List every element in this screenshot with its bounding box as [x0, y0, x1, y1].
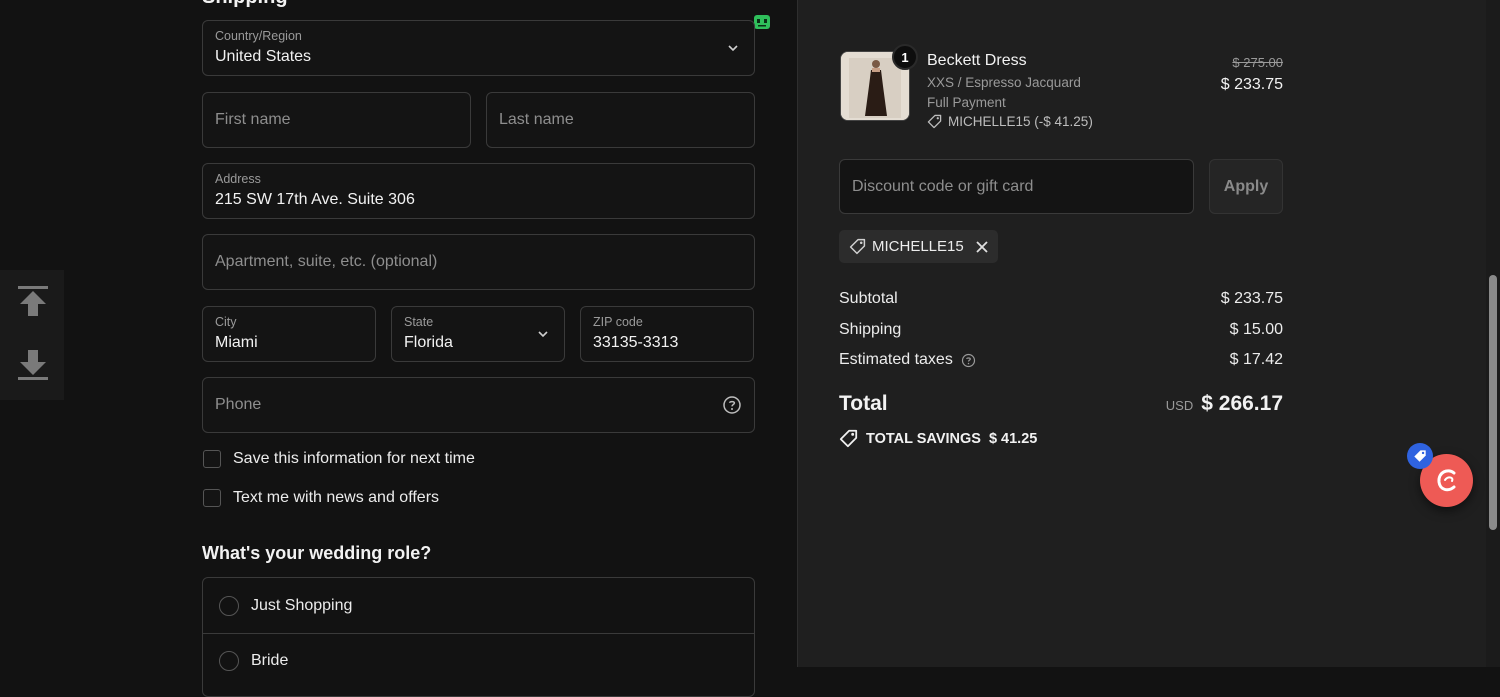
- tag-icon: [839, 429, 858, 448]
- scroll-top-icon[interactable]: [16, 284, 50, 318]
- shipping-label: Shipping: [839, 321, 902, 338]
- applied-code-chip: MICHELLE15: [839, 230, 998, 263]
- page-scrollbar[interactable]: [1486, 0, 1500, 667]
- total-value: $ 266.17: [1201, 392, 1283, 415]
- text-me-checkbox[interactable]: [203, 489, 221, 507]
- chat-logo-icon: [1436, 468, 1455, 491]
- last-name-input[interactable]: Last name: [486, 92, 755, 148]
- shipping-row: Shipping $ 15.00: [839, 321, 1283, 339]
- save-info-option[interactable]: Save this information for next time: [203, 450, 475, 468]
- total-label: Total: [839, 392, 888, 415]
- state-value: Florida: [404, 334, 453, 351]
- product-discount: MICHELLE15 (-$ 41.25): [927, 114, 1093, 129]
- country-value: United States: [215, 48, 312, 65]
- radio-option-bride[interactable]: Bride: [203, 633, 754, 688]
- discount-code-input[interactable]: Discount code or gift card: [839, 159, 1194, 214]
- last-name-placeholder: Last name: [499, 111, 574, 128]
- chevron-down-icon: [728, 45, 738, 52]
- remove-code-icon[interactable]: [976, 240, 988, 253]
- total-row: Total USD $ 266.17: [839, 392, 1283, 416]
- extension-robot-icon[interactable]: [752, 12, 772, 32]
- radio-button[interactable]: [219, 595, 239, 616]
- apartment-placeholder: Apartment, suite, etc. (optional): [215, 253, 438, 270]
- original-price: $ 275.00: [1232, 55, 1283, 70]
- address-input[interactable]: Address 215 SW 17th Ave. Suite 306: [202, 163, 755, 219]
- text-me-option[interactable]: Text me with news and offers: [203, 489, 439, 507]
- city-label: City: [215, 315, 237, 329]
- scroll-widget: [0, 270, 64, 400]
- first-name-input[interactable]: First name: [202, 92, 471, 148]
- product-variant: XXS / Espresso Jacquard: [927, 75, 1081, 90]
- help-circle-icon[interactable]: [961, 353, 976, 368]
- state-select[interactable]: State Florida: [391, 306, 565, 362]
- save-info-checkbox[interactable]: [203, 450, 221, 468]
- savings-value: $ 41.25: [988, 430, 1038, 447]
- savings-label: TOTAL SAVINGS: [866, 430, 981, 447]
- shipping-value: $ 15.00: [1229, 321, 1283, 338]
- subtotal-label: Subtotal: [839, 290, 898, 307]
- tag-icon: [927, 114, 942, 129]
- state-label: State: [404, 315, 434, 329]
- chat-notification-icon[interactable]: [1407, 443, 1433, 469]
- radio-button[interactable]: [219, 651, 239, 671]
- zip-value: 33135-3313: [593, 334, 679, 351]
- subtotal-row: Subtotal $ 233.75: [839, 290, 1283, 308]
- tag-icon: [849, 238, 866, 255]
- first-name-placeholder: First name: [215, 111, 291, 128]
- applied-code-text: MICHELLE15: [872, 238, 964, 255]
- taxes-row: Estimated taxes $ 17.42: [839, 351, 1283, 369]
- shipping-form-panel: Shipping Country/Region United States Fi…: [0, 0, 797, 697]
- scrollbar-thumb[interactable]: [1489, 275, 1497, 530]
- city-value: Miami: [215, 334, 258, 351]
- address-label: Address: [215, 172, 261, 186]
- zip-label: ZIP code: [593, 315, 643, 329]
- total-amount: USD $ 266.17: [1166, 392, 1283, 416]
- taxes-label: Estimated taxes: [839, 351, 953, 368]
- wedding-role-question: What's your wedding role?: [202, 543, 432, 563]
- taxes-value: $ 17.42: [1229, 351, 1283, 368]
- product-discount-text: MICHELLE15 (-$ 41.25): [948, 114, 1093, 129]
- phone-placeholder: Phone: [215, 396, 262, 413]
- subtotal-value: $ 233.75: [1220, 290, 1283, 307]
- tag-icon: [1414, 450, 1426, 462]
- radio-option-just-shopping[interactable]: Just Shopping: [203, 578, 754, 633]
- chevron-down-icon: [538, 331, 548, 338]
- country-select[interactable]: Country/Region United States: [202, 20, 755, 76]
- city-input[interactable]: City Miami: [202, 306, 376, 362]
- scroll-bottom-icon[interactable]: [16, 348, 50, 382]
- wedding-role-options: Just Shopping Bride: [202, 577, 755, 697]
- phone-input[interactable]: Phone: [202, 377, 755, 433]
- text-me-label: Text me with news and offers: [233, 489, 440, 506]
- apartment-input[interactable]: Apartment, suite, etc. (optional): [202, 234, 755, 290]
- help-circle-icon[interactable]: [722, 395, 742, 415]
- item-price: $ 233.75: [1220, 76, 1283, 93]
- save-info-label: Save this information for next time: [233, 450, 475, 467]
- taxes-label-group: Estimated taxes: [839, 351, 976, 369]
- discount-placeholder: Discount code or gift card: [852, 177, 1034, 195]
- apply-button[interactable]: Apply: [1209, 159, 1283, 214]
- currency-code: USD: [1165, 398, 1194, 413]
- total-savings: TOTAL SAVINGS $ 41.25: [839, 429, 1037, 448]
- section-title: Shipping: [202, 0, 288, 9]
- country-label: Country/Region: [215, 29, 302, 43]
- radio-option-label: Just Shopping: [251, 596, 353, 614]
- zip-input[interactable]: ZIP code 33135-3313: [580, 306, 754, 362]
- address-value: 215 SW 17th Ave. Suite 306: [215, 191, 415, 208]
- quantity-badge: 1: [892, 44, 918, 70]
- product-payment: Full Payment: [927, 95, 1006, 110]
- product-name: Beckett Dress: [927, 52, 1027, 69]
- radio-option-label: Bride: [251, 652, 289, 669]
